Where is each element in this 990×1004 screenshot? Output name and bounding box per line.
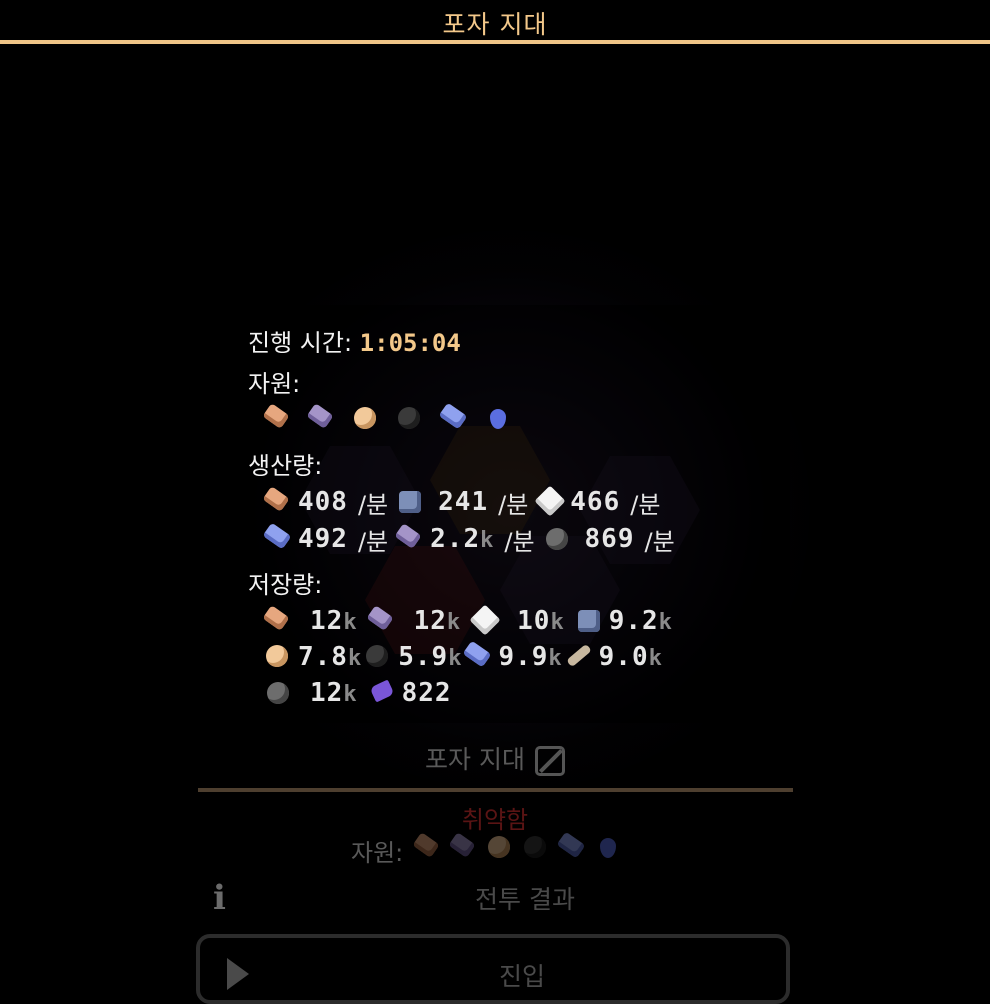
storage-value: 10k [517,606,565,636]
graphite-icon [573,605,605,637]
titanium-icon [462,641,494,673]
production-unit: /분 [498,490,529,519]
coal-icon [362,641,394,673]
storage-value: 5.9k [398,642,463,672]
lead-icon [306,403,338,435]
production-unit: /분 [630,490,661,519]
production-value: 241 [438,487,489,517]
threat-level: 취약함 [461,806,529,834]
silicon-icon [469,605,501,637]
copper-icon [262,605,294,637]
enter-label: 진입 [498,962,545,991]
titanium-icon [556,832,588,864]
production-value: 492 [298,524,348,554]
header-divider [0,40,990,44]
sector-name: 포자 지대 [425,745,525,774]
lead-icon [448,832,480,864]
silicon-icon [534,486,566,518]
production-value: 466 [570,487,621,517]
sector-title: 포자 지대 [442,10,548,39]
water-icon [592,832,624,864]
resources-label: 자원: [248,370,301,398]
sand-icon [262,641,294,673]
sector-resources-row [412,832,628,864]
copper-icon [262,486,294,518]
scrap-icon [541,523,573,555]
scrap-icon [262,677,294,709]
storage-row: 7.8k 5.9k 9.9k 9.0k [262,639,663,675]
production-label: 생산량: [248,452,323,480]
storage-value: 822 [401,678,452,708]
sector-header: 포자 지대 [0,0,990,46]
sector-panel-title: 포자 지대 [0,740,990,776]
water-icon [482,403,514,435]
storage-value: 9.9k [498,642,563,672]
storage-value: 9.2k [608,606,673,636]
production-unit: /분 [504,527,535,556]
sector-resources-label: 자원: [351,839,404,867]
titanium-icon [438,403,470,435]
production-unit: /분 [644,527,675,556]
resources-row [262,401,518,437]
storage-value: 9.0k [598,642,663,672]
sector-panel-divider [198,788,793,792]
lead-icon [366,605,398,637]
spore-pod-icon [366,677,398,709]
battle-results-button[interactable]: 전투 결과 [0,880,990,916]
titanium-icon [262,523,294,555]
capture-status-icon [534,746,565,776]
production-row: 492 /분 2.2k /분 869 /분 [262,521,681,557]
sand-icon [350,403,382,435]
production-value: 408 [298,487,348,517]
storage-value: 12k [413,606,462,636]
beryllium-icon [563,641,595,673]
copper-icon [412,832,444,864]
lead-icon [394,523,426,555]
elapsed-time: 진행 시간: 1:05:04 [248,323,461,358]
storage-value: 7.8k [298,642,363,672]
production-unit: /분 [357,490,389,519]
coal-icon [520,832,552,864]
elapsed-label: 진행 시간: [248,329,360,357]
production-unit: /분 [357,527,389,556]
storage-row: 12k 12k 10k 9.2k [262,603,673,639]
coal-icon [394,403,426,435]
graphite-icon [394,486,426,518]
production-value: 2.2k [430,524,495,554]
copper-icon [262,403,294,435]
production-value: 869 [584,524,635,554]
sand-icon [484,832,516,864]
storage-value: 12k [310,606,358,636]
production-row: 408 /분 241 /분 466 /분 [262,484,666,520]
elapsed-value: 1:05:04 [359,329,461,357]
storage-row: 12k 822 [262,675,452,711]
storage-value: 12k [310,678,358,708]
storage-label: 저장량: [248,571,323,599]
